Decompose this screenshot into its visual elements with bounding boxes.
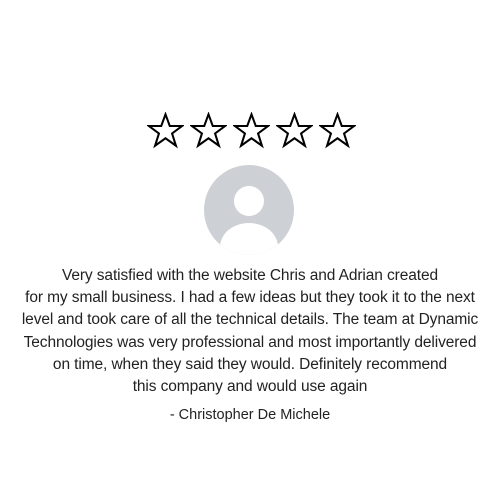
review-line: this company and would use again [132,378,368,396]
review-text: Very satisfied with the website Chris an… [0,265,500,398]
star-outline-icon [232,112,270,149]
review-author: - Christopher De Michele [169,407,331,423]
review-line: level and took care of all the technical… [21,311,479,329]
star-outline-icon [275,112,313,149]
review-line: for my small business. I had a few ideas… [25,289,475,307]
testimonial-card: Very satisfied with the website Chris an… [0,0,500,500]
default-user-avatar-icon [220,186,278,255]
review-line: Technologies was very professional and m… [23,333,477,351]
star-outline-icon [189,112,227,149]
star-outline-icon [146,112,184,149]
reviewer-avatar [204,165,294,255]
star-rating [0,112,500,149]
review-line: on time, when they said they would. Defi… [52,355,448,373]
star-outline-icon [318,112,356,149]
review-line: Very satisfied with the website Chris an… [61,267,439,284]
